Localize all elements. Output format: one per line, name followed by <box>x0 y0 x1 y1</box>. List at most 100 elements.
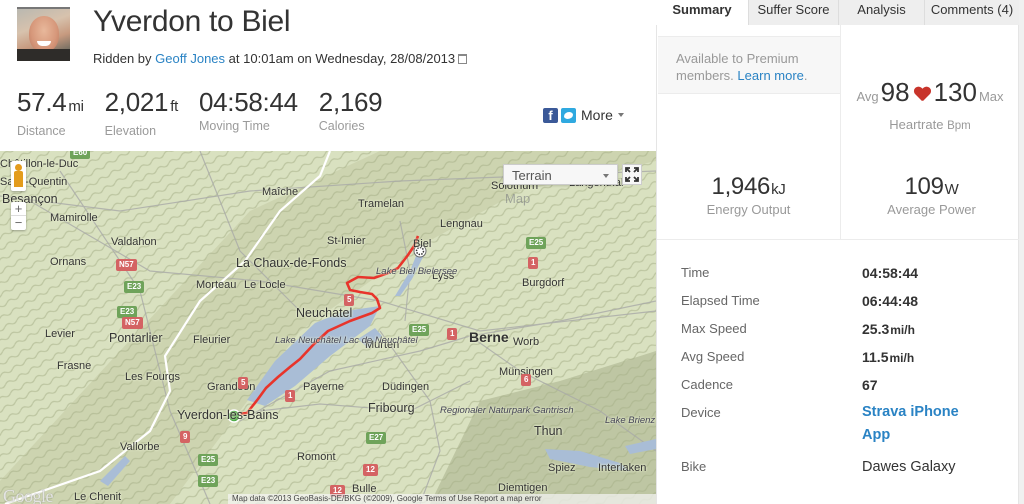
hr-avg-label: Avg <box>856 89 879 104</box>
stat-calories: 2,169 Calories <box>319 87 383 138</box>
place-label: Romont <box>297 451 336 463</box>
heartrate-block: Avg 98 130 Max Heartrate Bpm <box>841 77 1019 132</box>
hr-avg-value: 98 <box>880 77 910 107</box>
detail-row: Device Strava iPhone App <box>681 404 1011 447</box>
place-label: Ornans <box>50 256 87 268</box>
heartrate-unit: Bpm <box>947 120 971 132</box>
place-label: Morteau <box>196 279 237 291</box>
zoom-control: + − <box>11 202 26 230</box>
road-shield: E60 <box>70 151 91 159</box>
elevation-value: 2,021 <box>104 87 169 117</box>
facebook-icon[interactable]: f <box>543 107 558 123</box>
road-shield: 5 <box>238 377 249 389</box>
road-shield: E27 <box>366 432 387 444</box>
detail-value: 67 <box>862 377 878 393</box>
zoom-out-button[interactable]: − <box>11 216 26 230</box>
power-unit: W <box>944 181 959 198</box>
activity-tabs: Summary Suffer Score Analysis Comments (… <box>656 0 1024 25</box>
road-shield: E25 <box>526 237 547 249</box>
detail-key: Device <box>681 405 721 420</box>
street-view-pegman[interactable] <box>11 161 26 191</box>
place-label: Le Locle <box>244 279 286 291</box>
horizontal-divider <box>657 239 1020 240</box>
place-label: Payerne <box>303 381 344 393</box>
place-label: Maîche <box>262 186 299 198</box>
road-shield: E23 <box>198 475 219 487</box>
place-label: Les Fourgs <box>125 371 181 383</box>
activity-details: Time 04:58:44 Elapsed Time 06:44:48 Max … <box>681 265 1011 487</box>
place-label: Fleurier <box>193 334 231 346</box>
place-label: Thun <box>534 424 563 438</box>
road-shield: E25 <box>409 324 430 336</box>
place-label: Grandson <box>207 381 256 393</box>
detail-key: Avg Speed <box>681 349 745 364</box>
detail-key: Elapsed Time <box>681 293 760 308</box>
page-scrollbar[interactable] <box>1019 0 1024 504</box>
place-label: Pontarlier <box>109 331 163 345</box>
athlete-link[interactable]: Geoff Jones <box>155 51 225 66</box>
detail-key: Time <box>681 265 710 280</box>
dropdown-arrow-icon <box>603 174 609 178</box>
place-label: Düdingen <box>382 381 430 393</box>
road-shield: 5 <box>344 294 355 306</box>
lake-label: Lake Neuchâtel Lac de Neuchâtel <box>275 335 418 346</box>
fullscreen-button[interactable] <box>622 164 642 185</box>
road-shield: 1 <box>285 390 296 402</box>
zoom-in-button[interactable]: + <box>11 202 26 216</box>
map-attribution[interactable]: Map data ©2013 GeoBasis-DE/BKG (©2009), … <box>228 494 656 504</box>
moving-time-value: 04:58:44 <box>198 87 298 117</box>
stat-distance: 57.4 mi Distance <box>17 87 84 138</box>
detail-key: Cadence <box>681 377 734 392</box>
more-share-button[interactable]: More <box>581 107 624 123</box>
elevation-label: Elevation <box>104 124 157 138</box>
detail-value: 04:58:44 <box>862 265 919 281</box>
share-bar: f More <box>543 107 624 123</box>
learn-more-link[interactable]: Learn more <box>737 68 803 83</box>
tab-comments[interactable]: Comments (4) <box>924 0 1019 25</box>
activity-summary-panel: Summary Suffer Score Analysis Comments (… <box>656 0 1024 504</box>
detail-unit: mi/h <box>890 323 915 337</box>
tab-suffer-score[interactable]: Suffer Score <box>748 0 838 25</box>
place-label: Levier <box>45 328 75 340</box>
place-label: Mamirolle <box>50 212 98 224</box>
detail-key: Max Speed <box>681 321 747 336</box>
summary-content: Available to Premium members. Learn more… <box>656 25 1022 504</box>
google-logo[interactable]: Google <box>3 486 54 504</box>
place-label: Vallorbe <box>120 441 160 453</box>
place-label: Diemtigen <box>498 482 548 494</box>
place-label: Valdahon <box>111 236 157 248</box>
calendar-icon[interactable] <box>458 54 468 64</box>
tab-summary[interactable]: Summary <box>656 0 748 25</box>
detail-row: Avg Speed 11.5mi/h <box>681 349 1011 365</box>
detail-row: Cadence 67 <box>681 377 1011 393</box>
energy-unit: kJ <box>771 181 786 198</box>
route-map[interactable]: Châtillon-le-Duc Saint-Quentin Besançon … <box>0 151 656 504</box>
place-label: Tramelan <box>358 198 405 210</box>
lake-label: Lake Brienz Brienzersee <box>605 415 656 426</box>
stat-elevation: 2,021 ft Elevation <box>104 87 179 138</box>
tab-analysis[interactable]: Analysis <box>838 0 924 25</box>
average-power-metric: 109W Average Power <box>841 173 1022 217</box>
road-shield: 1 <box>447 328 458 340</box>
power-label: Average Power <box>887 202 976 217</box>
place-label: La Chaux-de-Fonds <box>236 256 347 270</box>
more-label: More <box>581 107 613 123</box>
moving-time-label: Moving Time <box>198 119 270 133</box>
twitter-icon[interactable] <box>561 107 576 123</box>
device-link[interactable]: Strava iPhone App <box>862 401 982 447</box>
avatar-face <box>29 16 59 52</box>
elevation-unit: ft <box>170 98 178 115</box>
premium-notice: Available to Premium members. Learn more… <box>658 36 840 94</box>
distance-label: Distance <box>17 124 66 138</box>
road-shield: E25 <box>198 454 219 466</box>
detail-row: Time 04:58:44 <box>681 265 1011 281</box>
activity-datetime: at 10:01am on Wednesday, 28/08/2013 <box>228 51 456 66</box>
map-type-select[interactable]: Terrain <box>503 164 618 185</box>
fullscreen-icon <box>625 167 639 182</box>
ridden-by-label: Ridden by <box>93 51 152 66</box>
pegman-head <box>15 164 22 171</box>
road-shield: N57 <box>122 317 143 329</box>
athlete-avatar[interactable] <box>17 7 70 61</box>
place-label: Lengnau <box>440 218 483 230</box>
place-label: Burgdorf <box>522 277 565 289</box>
